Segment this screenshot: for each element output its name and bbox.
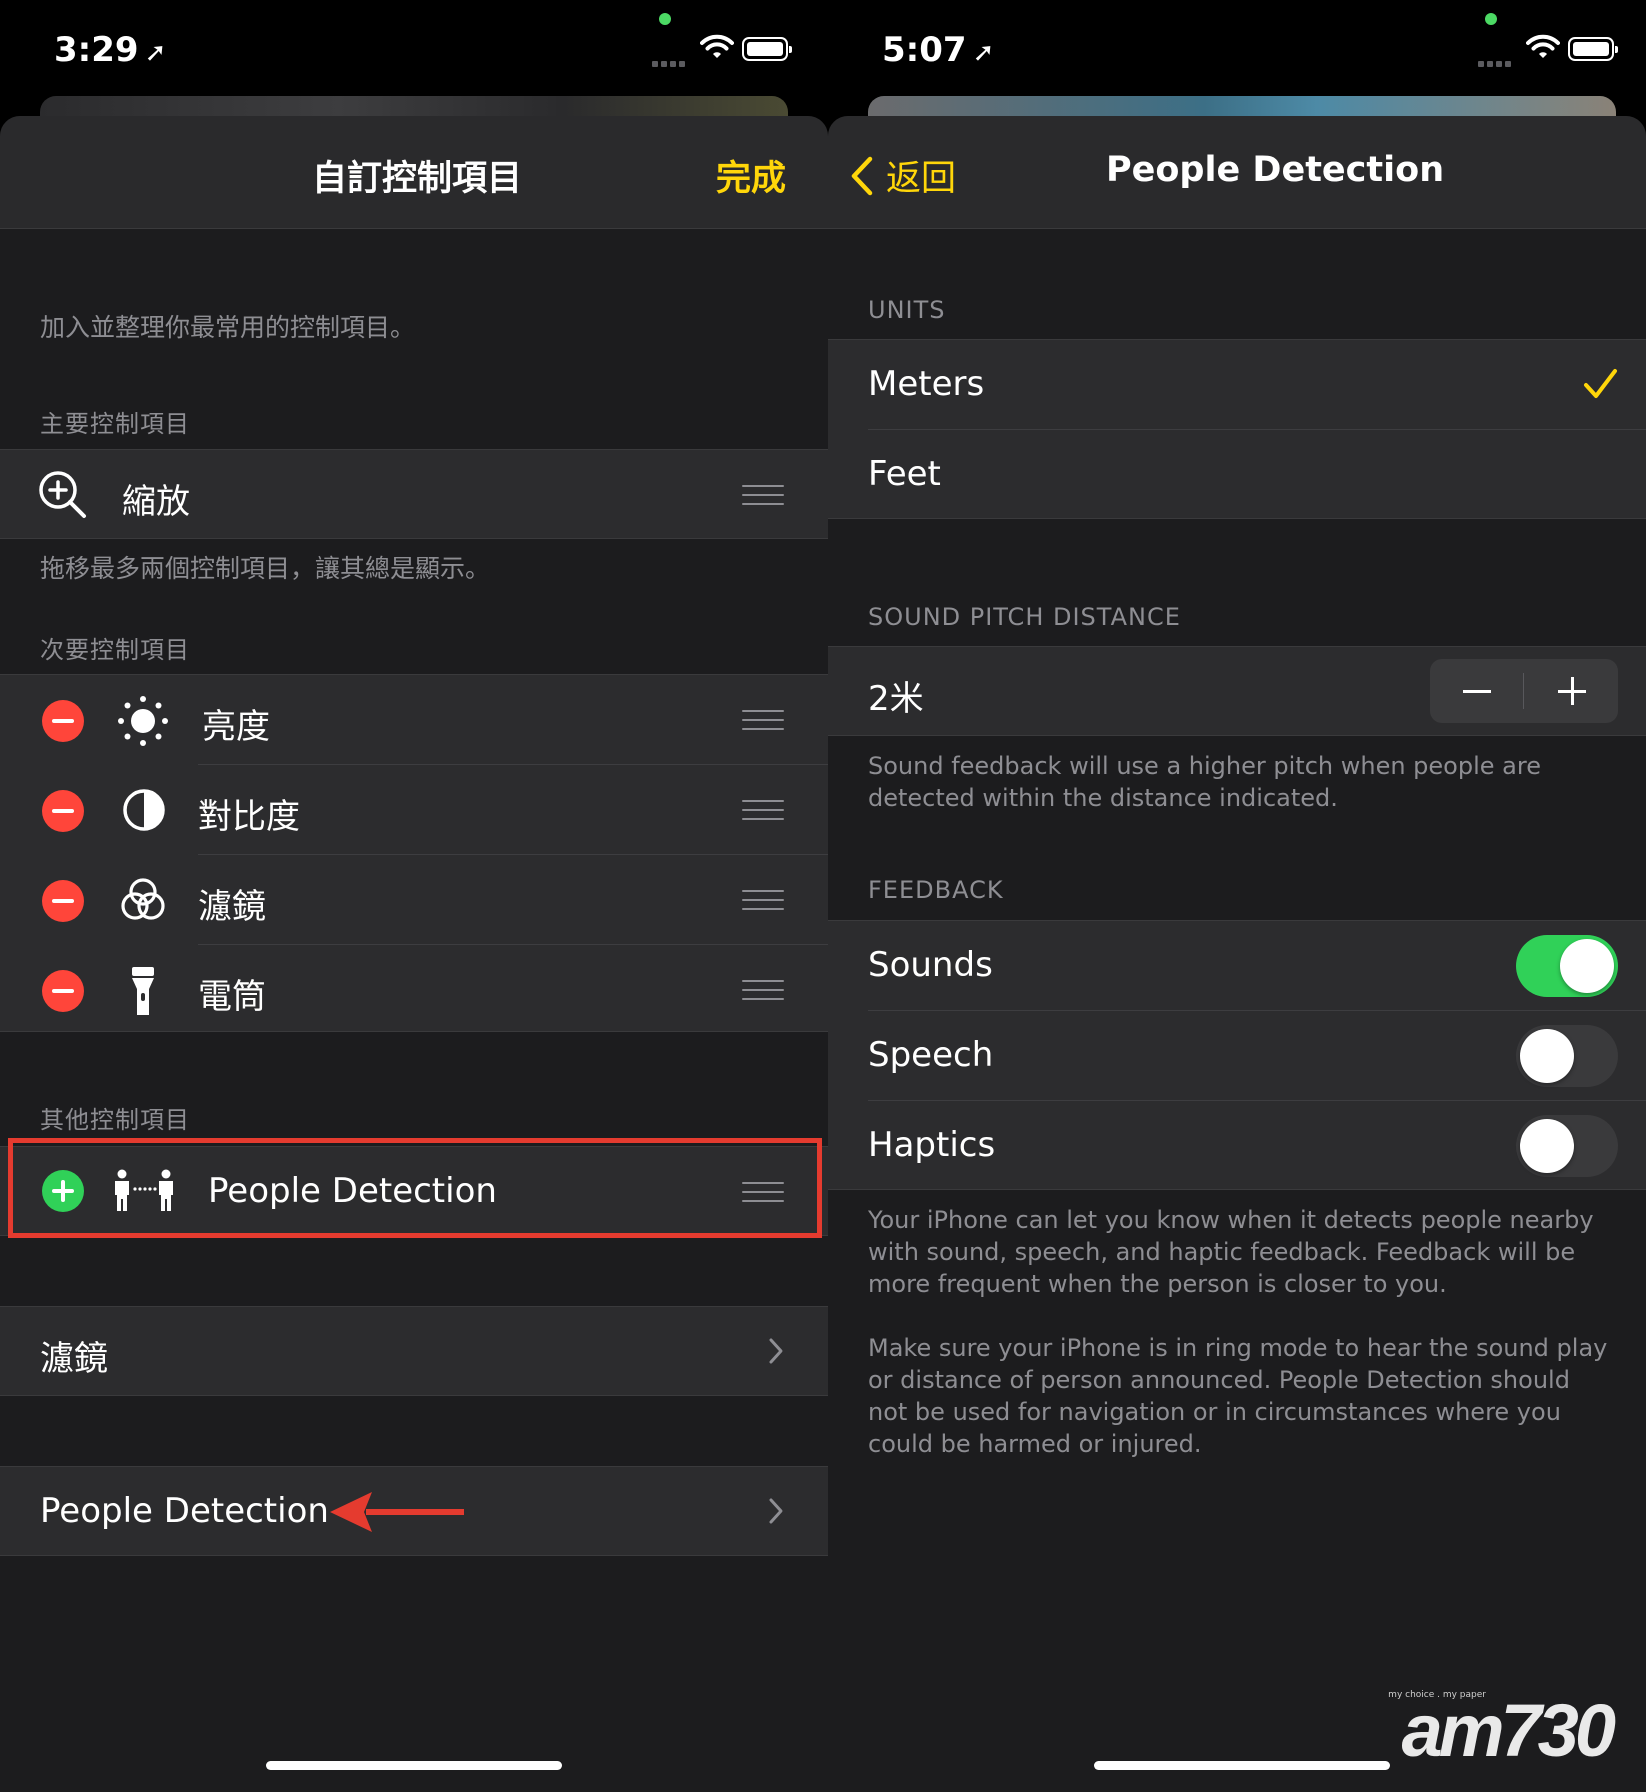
zoom-icon: [39, 471, 86, 518]
wifi-icon: [1526, 34, 1560, 58]
mic-indicator-icon: [659, 13, 671, 25]
home-indicator[interactable]: [1094, 1761, 1390, 1770]
list-item-flashlight[interactable]: 電筒: [0, 945, 828, 1035]
feedback-footer-text: Your iPhone can let you know when it det…: [868, 1206, 1594, 1298]
secondary-section-header: 次要控制項目: [40, 636, 190, 664]
nav-bar: 自訂控制項目 完成: [0, 116, 828, 229]
pitch-distance-value: 2米: [868, 679, 924, 719]
filters-icon: [121, 878, 165, 920]
wifi-icon: [700, 34, 734, 58]
primary-section-header: 主要控制項目: [40, 410, 190, 438]
location-icon: ➚: [144, 38, 167, 68]
list-item-haptics: Haptics: [828, 1101, 1646, 1191]
reorder-handle-icon[interactable]: [742, 980, 784, 1000]
toggle-label: Sounds: [868, 945, 993, 985]
remove-button[interactable]: [42, 970, 84, 1012]
other-section-header: 其他控制項目: [40, 1106, 190, 1134]
highlight-annotation-box: [8, 1138, 822, 1238]
home-indicator[interactable]: [266, 1761, 562, 1770]
filters-link-group: 濾鏡: [0, 1306, 828, 1396]
nav-bar: 返回 People Detection: [828, 116, 1646, 229]
list-item-zoom[interactable]: 縮放: [0, 450, 828, 538]
reorder-handle-icon[interactable]: [742, 710, 784, 730]
chevron-left-icon: [851, 156, 873, 195]
checkmark-icon: [1584, 369, 1617, 398]
chevron-right-icon: [769, 1338, 783, 1364]
contrast-icon: [123, 789, 165, 831]
toggle-label: Speech: [868, 1035, 994, 1075]
pitch-footer-text: Sound feedback will use a higher pitch w…: [868, 752, 1541, 812]
done-button[interactable]: 完成: [716, 150, 786, 201]
list-item-label: 濾鏡: [198, 887, 266, 927]
list-item-contrast[interactable]: 對比度: [0, 765, 828, 855]
units-list: Meters Feet: [828, 339, 1646, 519]
list-item-label: 電筒: [198, 977, 266, 1017]
haptics-toggle[interactable]: [1516, 1115, 1618, 1177]
back-button[interactable]: 返回: [850, 150, 956, 201]
back-label: 返回: [886, 159, 957, 199]
location-icon: ➚: [972, 38, 995, 68]
secondary-controls-list: 亮度 對比度 濾鏡 電筒: [0, 674, 828, 1032]
battery-icon: [742, 37, 792, 61]
chevron-right-icon: [769, 1498, 783, 1524]
annotation-arrow-icon: [330, 1492, 464, 1532]
reorder-handle-icon[interactable]: [742, 485, 784, 505]
cellular-signal-icon: [1478, 52, 1516, 67]
list-item-speech: Speech: [828, 1011, 1646, 1101]
mic-indicator-icon: [1485, 13, 1497, 25]
decrement-button[interactable]: [1430, 659, 1523, 723]
list-item-feet[interactable]: Feet: [828, 430, 1646, 520]
pitch-distance-group: 2米: [828, 646, 1646, 736]
remove-button[interactable]: [42, 880, 84, 922]
increment-button[interactable]: [1525, 659, 1618, 723]
reorder-handle-icon[interactable]: [742, 890, 784, 910]
option-label: Feet: [868, 454, 941, 494]
page-title: People Detection: [1106, 150, 1445, 190]
speech-toggle[interactable]: [1516, 1025, 1618, 1087]
watermark-tagline: my choice . my paper: [1388, 1690, 1486, 1700]
flashlight-icon: [132, 967, 154, 1015]
cellular-signal-icon: [652, 52, 690, 67]
distance-stepper: [1430, 659, 1618, 723]
toggle-label: Haptics: [868, 1125, 996, 1165]
pitch-distance-row: 2米: [828, 647, 1646, 735]
safety-footer-text: Make sure your iPhone is in ring mode to…: [868, 1334, 1608, 1458]
feedback-list: Sounds Speech Haptics: [828, 920, 1646, 1190]
list-item-label: 對比度: [198, 797, 300, 837]
battery-icon: [1568, 37, 1618, 61]
list-item-sounds: Sounds: [828, 921, 1646, 1011]
link-label: People Detection: [40, 1491, 329, 1531]
am730-watermark: my choice . my paper am730: [1388, 1686, 1616, 1776]
sounds-toggle[interactable]: [1516, 935, 1618, 997]
right-screen: 5:07➚ 返回 People Detection UNITS Meters: [828, 0, 1646, 1792]
list-item-brightness[interactable]: 亮度: [0, 675, 828, 765]
page-title: 自訂控制項目: [312, 159, 523, 199]
list-item-meters[interactable]: Meters: [828, 340, 1646, 430]
list-item-label: 亮度: [202, 707, 270, 747]
option-label: Meters: [868, 364, 985, 404]
feedback-section-header: FEEDBACK: [868, 876, 1004, 904]
link-label: 濾鏡: [40, 1339, 108, 1379]
status-bar: 3:29 ➚: [0, 0, 828, 100]
primary-controls-list: 縮放: [0, 449, 828, 539]
units-section-header: UNITS: [868, 296, 946, 324]
remove-button[interactable]: [42, 790, 84, 832]
customize-controls-sheet: 自訂控制項目 完成 加入並整理你最常用的控制項目。 主要控制項目 縮放 拖移最多…: [0, 116, 828, 1792]
list-item-label: 縮放: [122, 482, 190, 522]
left-screen: 3:29➚ 自訂控制項目 完成 加入並整理你最常用的控制項目。 主要控制項目: [0, 0, 828, 1792]
status-bar: 5:07 ➚: [828, 0, 1646, 100]
reorder-handle-icon[interactable]: [742, 800, 784, 820]
brightness-icon: [118, 696, 168, 746]
intro-text: 加入並整理你最常用的控制項目。: [40, 313, 416, 342]
status-time: 3:29 ➚: [54, 30, 167, 70]
people-detection-sheet: 返回 People Detection UNITS Meters Feet SO…: [828, 116, 1646, 1792]
filters-link[interactable]: 濾鏡: [0, 1307, 828, 1395]
status-time: 5:07 ➚: [882, 30, 995, 70]
list-item-filters[interactable]: 濾鏡: [0, 855, 828, 945]
primary-footer-text: 拖移最多兩個控制項目，讓其總是顯示。: [40, 554, 491, 583]
remove-button[interactable]: [42, 700, 84, 742]
pitch-section-header: SOUND PITCH DISTANCE: [868, 603, 1181, 631]
